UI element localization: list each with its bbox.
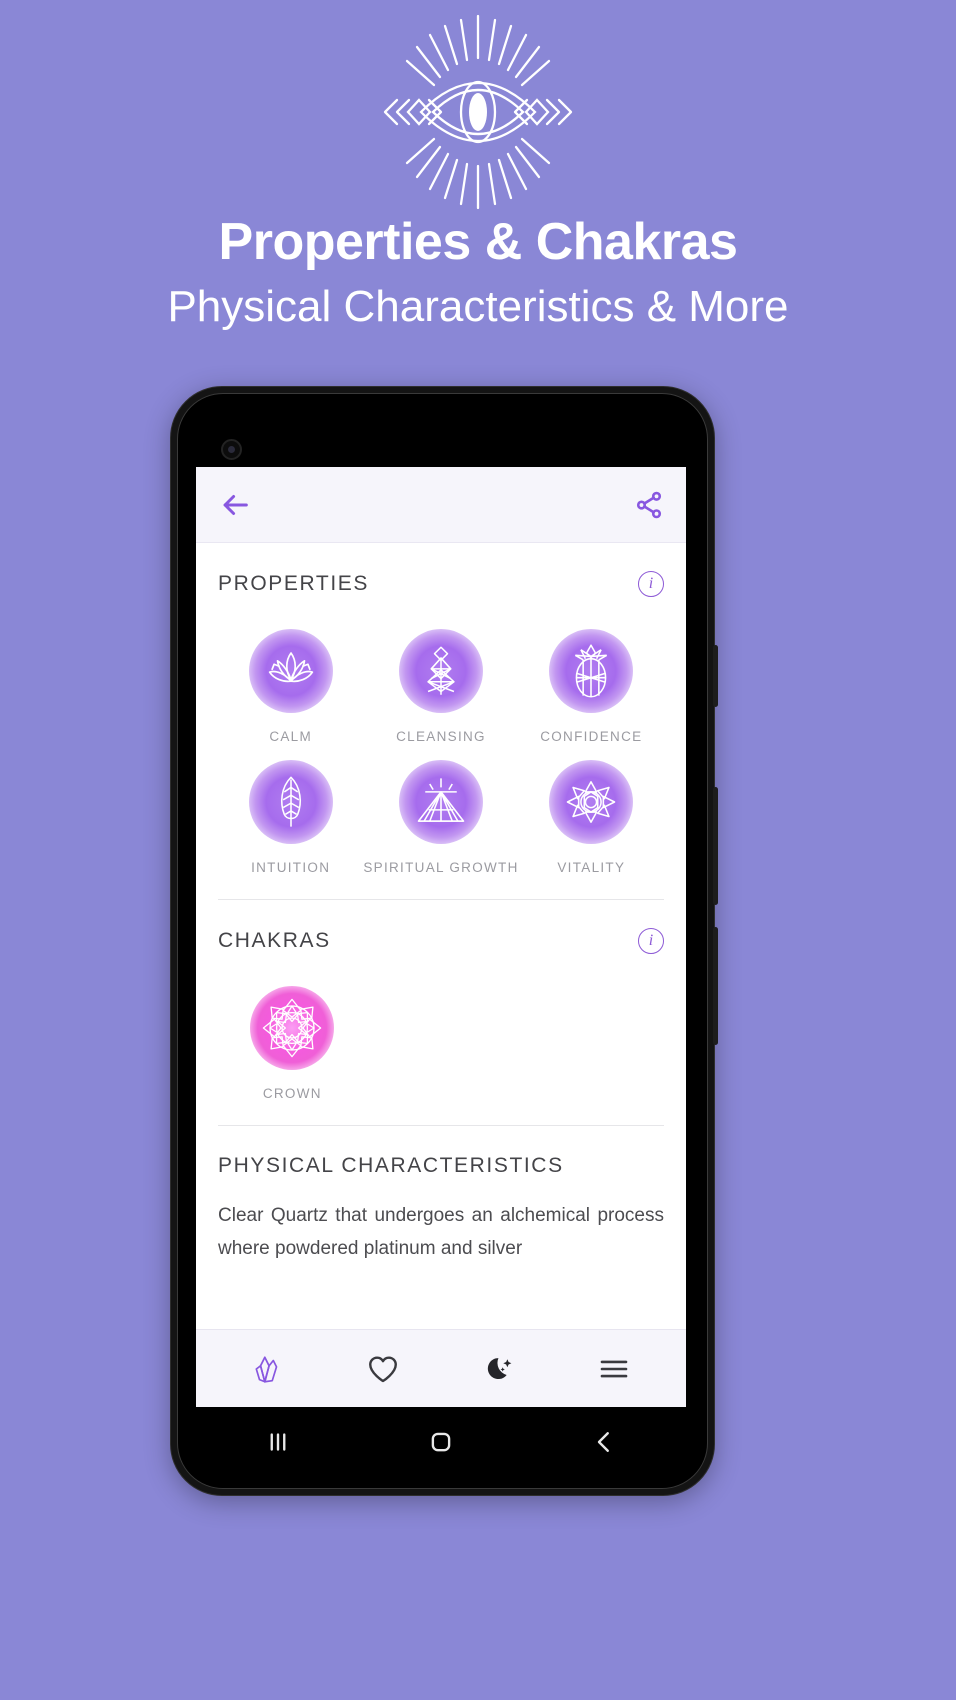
chakra-item[interactable]: CROWN: [218, 972, 367, 1101]
section-header-physical: PHYSICAL CHARACTERISTICS: [218, 1126, 664, 1182]
heart-icon[interactable]: [366, 1352, 400, 1386]
orb-background: [549, 760, 634, 844]
orb-wrapper: [535, 615, 647, 727]
orb-wrapper: [385, 615, 497, 727]
orb-background: [549, 629, 634, 713]
property-label: CLEANSING: [396, 729, 486, 744]
pine-tree-icon: [427, 646, 455, 695]
orb-background: [399, 629, 483, 713]
info-icon-properties[interactable]: i: [638, 571, 664, 597]
crown-chakra-icon: [263, 998, 322, 1058]
property-label: INTUITION: [251, 860, 331, 875]
android-system-nav: [196, 1411, 686, 1473]
phone-side-button-volume-up: [713, 787, 718, 905]
front-camera: [221, 439, 242, 460]
orb-background: [248, 629, 333, 713]
chakra-label: CROWN: [262, 1086, 322, 1101]
orb-background: [250, 986, 335, 1070]
orb-background: [399, 760, 483, 844]
grid-spacer: [367, 972, 516, 1101]
all-seeing-eye-icon: [383, 14, 573, 210]
section-title-chakras: CHAKRAS: [218, 929, 331, 952]
orb-wrapper: [236, 972, 348, 1084]
back-chevron-icon[interactable]: [589, 1427, 619, 1457]
app-screen: PROPERTIES i CALM CLEANSING CONFIDENCE I…: [196, 467, 686, 1407]
app-content[interactable]: PROPERTIES i CALM CLEANSING CONFIDENCE I…: [196, 543, 686, 1329]
bottom-navigation-bar: [196, 1329, 686, 1407]
physical-characteristics-text: Clear Quartz that undergoes an alchemica…: [218, 1205, 664, 1259]
sunburst-icon: [417, 778, 465, 822]
section-title-properties: PROPERTIES: [218, 572, 369, 595]
phone-side-button-volume-down: [713, 927, 718, 1045]
orb-wrapper: [385, 746, 497, 858]
properties-grid: CALM CLEANSING CONFIDENCE INTUITION SPIR…: [218, 601, 664, 875]
page-title: Properties & Chakras: [218, 213, 738, 271]
property-item[interactable]: INTUITION: [218, 746, 363, 875]
property-item[interactable]: VITALITY: [519, 746, 664, 875]
phone-mockup: PROPERTIES i CALM CLEANSING CONFIDENCE I…: [170, 386, 718, 1496]
property-label: CONFIDENCE: [540, 729, 643, 744]
home-circle-icon[interactable]: [426, 1427, 456, 1457]
property-label: CALM: [269, 729, 313, 744]
property-item[interactable]: SPIRITUAL GROWTH: [363, 746, 518, 875]
orb-wrapper: [535, 746, 647, 858]
phone-side-button-power: [713, 645, 718, 707]
arrow-left-icon[interactable]: [218, 488, 252, 522]
grid-spacer: [515, 972, 664, 1101]
orb-wrapper: [235, 615, 347, 727]
hamburger-icon[interactable]: [597, 1352, 631, 1386]
pineapple-icon: [575, 644, 608, 698]
moon-stars-icon[interactable]: [482, 1352, 516, 1386]
property-item[interactable]: CALM: [218, 615, 363, 744]
chakras-grid: CROWN: [218, 958, 664, 1101]
info-icon-chakras[interactable]: i: [638, 928, 664, 954]
property-item[interactable]: CLEANSING: [363, 615, 518, 744]
recents-icon[interactable]: [263, 1427, 293, 1457]
section-header-properties: PROPERTIES i: [218, 543, 664, 601]
hero-banner: Properties & Chakras Physical Characteri…: [0, 0, 956, 380]
feather-icon: [280, 776, 301, 827]
section-title-physical: PHYSICAL CHARACTERISTICS: [218, 1154, 564, 1177]
page-subtitle: Physical Characteristics & More: [167, 282, 789, 331]
crystal-icon[interactable]: [251, 1352, 285, 1386]
flower-icon: [567, 781, 616, 823]
share-icon[interactable]: [634, 490, 664, 520]
section-header-chakras: CHAKRAS i: [218, 900, 664, 958]
lotus-icon: [268, 652, 313, 683]
app-toolbar: [196, 467, 686, 543]
orb-background: [248, 760, 333, 844]
property-label: VITALITY: [557, 860, 626, 875]
orb-wrapper: [235, 746, 347, 858]
property-item[interactable]: CONFIDENCE: [519, 615, 664, 744]
property-label: SPIRITUAL GROWTH: [363, 860, 519, 875]
